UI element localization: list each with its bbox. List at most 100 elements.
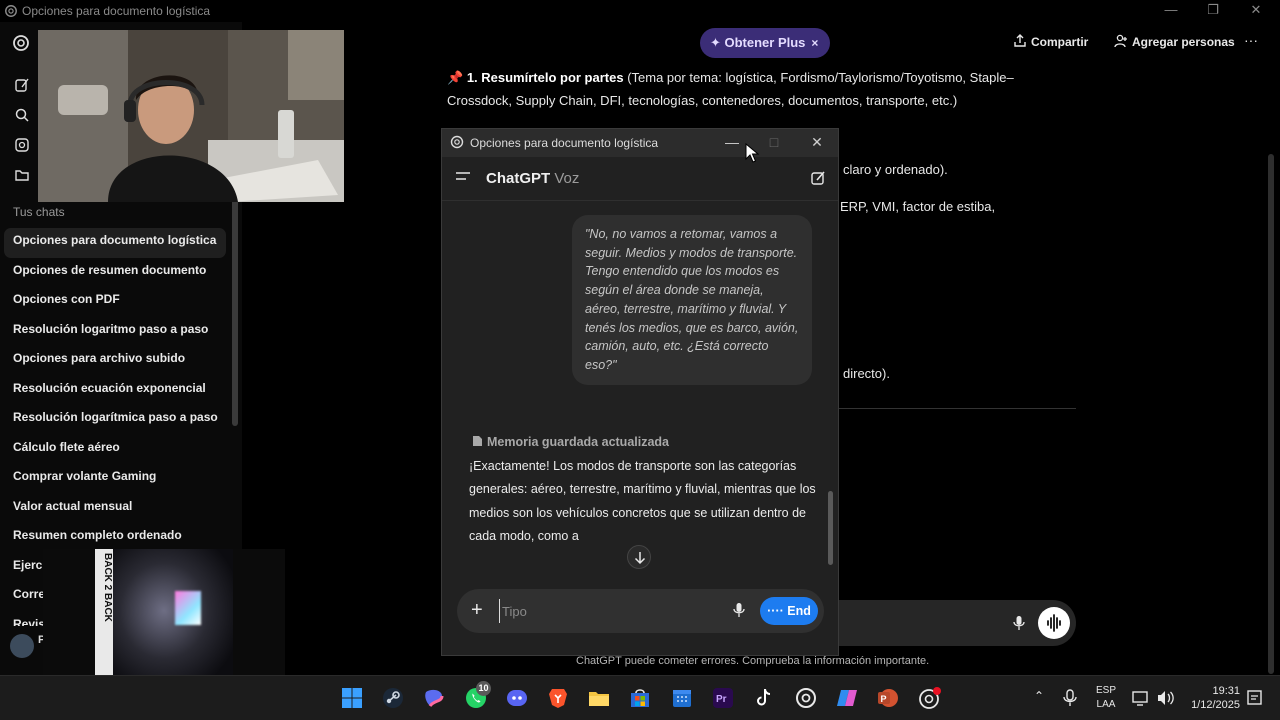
- windows-start-icon[interactable]: [340, 686, 364, 710]
- chat-list-item[interactable]: Resolución logaritmo paso a paso: [4, 317, 226, 347]
- new-chat-icon[interactable]: [810, 170, 826, 186]
- video-background: [95, 549, 233, 686]
- steam-icon[interactable]: [381, 686, 405, 710]
- user-message-bubble: "No, no vamos a retomar, vamos a seguir.…: [572, 215, 812, 385]
- memory-note-label: Memoria guardada actualizada: [487, 435, 670, 449]
- end-voice-button[interactable]: ···· End: [760, 597, 818, 625]
- voice-composer: + ···· End: [457, 589, 824, 633]
- clock-time: 19:31: [1212, 685, 1240, 697]
- add-person-icon: [1114, 34, 1127, 48]
- microphone-tray-icon[interactable]: [1060, 688, 1080, 708]
- new-chat-icon[interactable]: [14, 77, 30, 93]
- sidebar-scrollbar[interactable]: [232, 176, 238, 426]
- user-avatar[interactable]: [10, 634, 34, 658]
- message-input[interactable]: [499, 599, 719, 623]
- powerpoint-icon[interactable]: P: [876, 686, 900, 710]
- tiktok-icon[interactable]: [752, 686, 776, 710]
- brave-browser-icon[interactable]: [546, 686, 570, 710]
- svg-text:P: P: [881, 694, 887, 704]
- arrow-down-icon: [634, 552, 646, 565]
- message-divider: [838, 408, 1076, 409]
- voice-app-subtitle: Voz: [554, 170, 580, 187]
- chat-list-item[interactable]: Cálculo flete aéreo: [4, 435, 226, 465]
- share-label: Compartir: [1031, 35, 1089, 49]
- whatsapp-notification-badge: 10: [476, 681, 491, 696]
- memory-icon: [473, 436, 482, 446]
- get-plus-label: ✦ Obtener Plus: [710, 35, 806, 50]
- chat-list-item[interactable]: Opciones de resumen documento: [4, 258, 226, 288]
- system-clock[interactable]: 19:31 1/12/2025: [1184, 684, 1240, 712]
- scroll-down-button[interactable]: [627, 545, 651, 569]
- video-banner-text: BACK 2 BACK: [102, 553, 113, 622]
- chatgpt-logo-icon: [450, 135, 464, 149]
- chat-list-item[interactable]: Valor actual mensual: [4, 494, 226, 524]
- share-icon: [1014, 34, 1026, 47]
- chatgpt-logo-icon: [5, 5, 17, 17]
- keyboard-layout: LAA: [1096, 699, 1116, 710]
- voice-window-minimize-button[interactable]: —: [722, 134, 742, 150]
- app-titlebar: Opciones para documento logística — ❐ ✕: [0, 0, 1280, 22]
- library-icon[interactable]: [14, 137, 30, 153]
- chatgpt-logo-icon[interactable]: [12, 34, 30, 52]
- more-options-button[interactable]: ···: [1244, 32, 1258, 48]
- restore-button[interactable]: ❐: [1203, 2, 1223, 18]
- voice-waveform-icon: [1047, 614, 1061, 632]
- message-text-fragment: claro y ordenado).: [843, 162, 948, 177]
- voice-window-header: ChatGPT Voz: [442, 157, 838, 201]
- microphone-icon[interactable]: [731, 602, 747, 618]
- message-text-fragment: directo).: [843, 366, 890, 381]
- main-scrollbar[interactable]: [1268, 154, 1274, 674]
- voice-window-scrollbar[interactable]: [828, 491, 833, 565]
- menu-icon[interactable]: [455, 171, 471, 183]
- video-light-glow: [175, 591, 201, 625]
- file-explorer-icon[interactable]: [587, 686, 611, 710]
- dismiss-plus-button[interactable]: ×: [811, 36, 818, 50]
- memory-updated-note[interactable]: Memoria guardada actualizada: [472, 435, 669, 449]
- language-code: ESP: [1095, 685, 1116, 696]
- chat-list-item[interactable]: Opciones con PDF: [4, 287, 226, 317]
- show-hidden-icons-button[interactable]: ⌃: [1034, 689, 1044, 703]
- microsoft-store-icon[interactable]: [628, 686, 652, 710]
- add-people-label: Agregar personas: [1132, 35, 1235, 49]
- voice-window-titlebar[interactable]: Opciones para documento logística — □ ✕: [442, 129, 838, 157]
- chat-list-item[interactable]: Resolución ecuación exponencial: [4, 376, 226, 406]
- microsoft-365-icon[interactable]: [422, 686, 446, 710]
- attach-button[interactable]: +: [471, 600, 483, 620]
- video-thumbnail-overlay: BACK 2 BACK: [43, 549, 285, 686]
- microphone-icon[interactable]: [1011, 615, 1027, 631]
- search-icon[interactable]: [14, 107, 30, 123]
- notifications-icon[interactable]: [1246, 688, 1264, 708]
- mouse-cursor-icon: [745, 143, 759, 163]
- disclaimer-text: ChatGPT puede cometer errores. Comprueba…: [576, 655, 930, 667]
- webcam-overlay: [38, 30, 344, 202]
- chat-list-item[interactable]: Opciones para archivo subido: [4, 346, 226, 376]
- minimize-button[interactable]: —: [1161, 2, 1181, 17]
- projects-icon[interactable]: [14, 167, 30, 183]
- calendar-icon[interactable]: [670, 686, 694, 710]
- chat-list-item[interactable]: Resolución logarítmica paso a paso: [4, 405, 226, 435]
- chat-list-item[interactable]: Comprar volante Gaming: [4, 464, 226, 494]
- voice-window-restore-button[interactable]: □: [764, 134, 784, 150]
- voice-mode-button[interactable]: [1038, 607, 1070, 639]
- chatgpt-voice-window: Opciones para documento logística — □ ✕ …: [441, 128, 839, 656]
- voice-window-close-button[interactable]: ✕: [807, 134, 827, 151]
- pin-icon: 📌: [447, 70, 464, 85]
- chat-list-item[interactable]: Opciones para documento logística: [4, 228, 226, 258]
- assistant-summary-item: 📌 1. Resumírtelo por partes (Tema por te…: [447, 66, 1075, 112]
- get-plus-button[interactable]: ✦ Obtener Plus ×: [700, 28, 831, 58]
- close-button[interactable]: ✕: [1246, 2, 1266, 18]
- copilot-icon[interactable]: [835, 686, 859, 710]
- share-button[interactable]: Compartir: [1013, 34, 1088, 49]
- webcam-person-image: [38, 30, 344, 202]
- volume-icon[interactable]: [1155, 688, 1175, 708]
- network-icon[interactable]: [1131, 688, 1151, 708]
- premiere-pro-icon[interactable]: Pr: [711, 686, 735, 710]
- windows-taskbar: 10 Pr P ⌃ ESP LAA 19:31 1/12/2025: [0, 675, 1280, 720]
- discord-icon[interactable]: [505, 686, 529, 710]
- language-indicator[interactable]: ESP LAA: [1094, 684, 1118, 712]
- message-text-fragment: ERP, VMI, factor de estiba,: [840, 199, 996, 214]
- summary-heading: 1. Resumírtelo por partes: [466, 70, 624, 85]
- recording-app-icon[interactable]: [918, 686, 942, 710]
- chatgpt-taskbar-icon[interactable]: [794, 686, 818, 710]
- add-people-button[interactable]: Agregar personas: [1114, 34, 1235, 49]
